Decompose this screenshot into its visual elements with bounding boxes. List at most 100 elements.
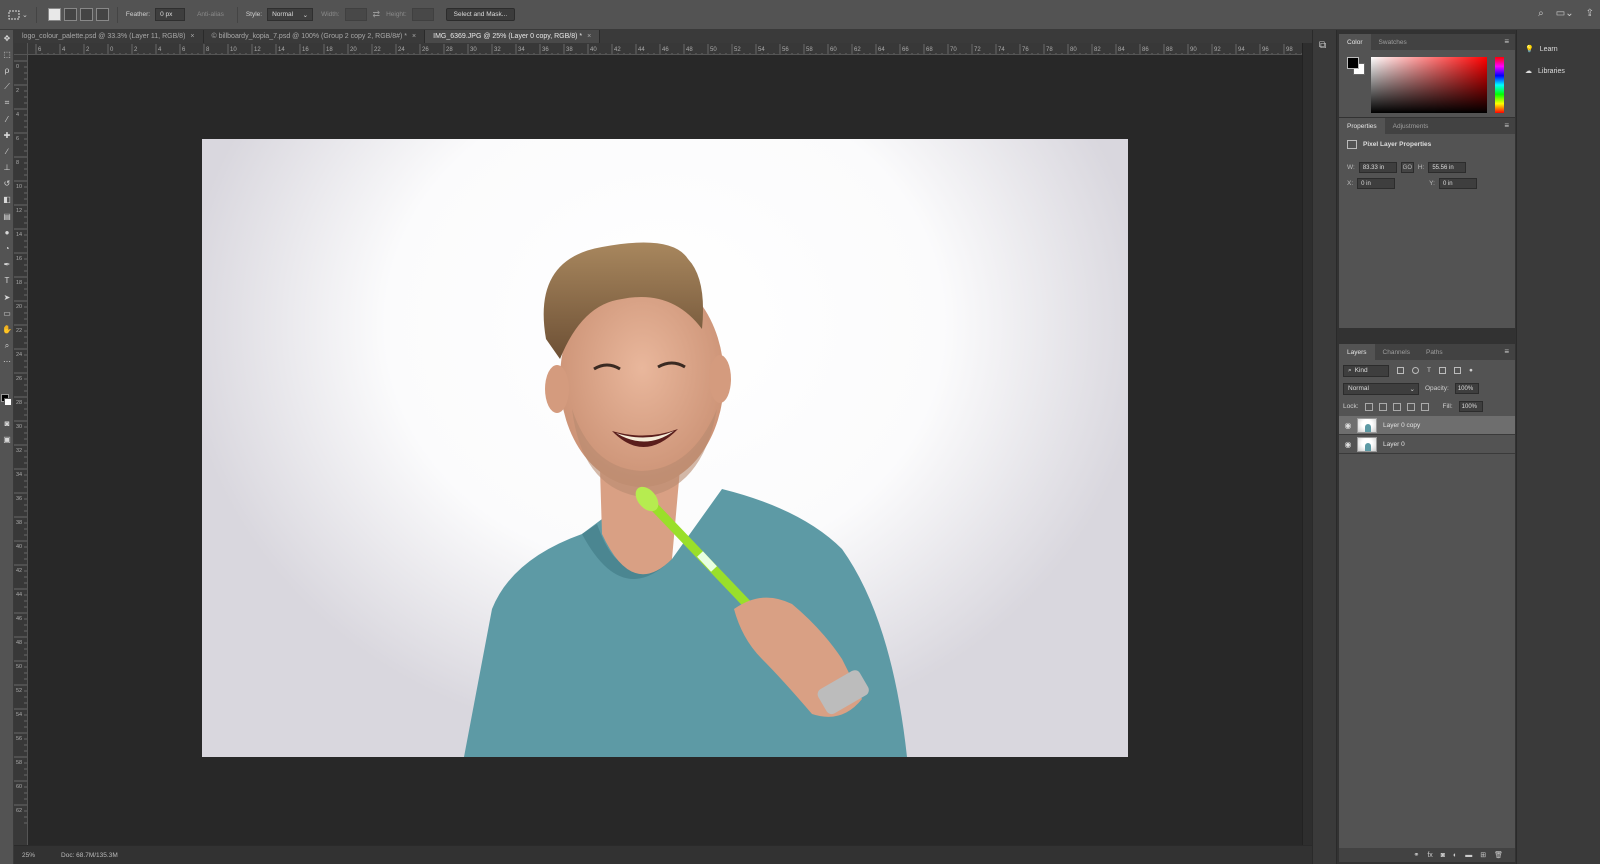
background-color-swatch[interactable] (4, 398, 12, 406)
new-layer-icon[interactable]: ⊞ (1480, 851, 1486, 859)
height-field[interactable]: 55.56 in (1428, 162, 1467, 173)
lock-position-icon[interactable] (1392, 402, 1401, 411)
adjustment-filter-icon[interactable] (1412, 367, 1419, 374)
lock-all-icon[interactable] (1420, 402, 1429, 411)
select-and-mask-button[interactable]: Select and Mask... (445, 8, 516, 21)
learn-button[interactable]: 💡 Learn (1517, 38, 1600, 60)
filter-toggle-icon[interactable]: ● (1469, 367, 1473, 374)
subtract-selection-button[interactable] (79, 8, 93, 21)
type-tool-icon[interactable]: T (0, 273, 14, 289)
intersect-selection-button[interactable] (95, 8, 109, 21)
lock-artboard-icon[interactable] (1406, 402, 1415, 411)
workspace-icon[interactable]: ▭⌄ (1556, 8, 1574, 19)
quick-mask-icon[interactable]: ◙ (0, 415, 14, 431)
shape-filter-icon[interactable] (1438, 367, 1446, 374)
document-image[interactable] (202, 139, 1128, 757)
move-tool-icon[interactable]: ✥ (0, 30, 14, 46)
close-icon[interactable]: × (587, 33, 591, 40)
tab-channels[interactable]: Channels (1375, 344, 1418, 360)
lasso-tool-icon[interactable]: ρ (0, 62, 14, 78)
opacity-input[interactable]: 100% (1454, 383, 1479, 394)
libraries-button[interactable]: ☁ Libraries (1517, 60, 1600, 82)
add-selection-button[interactable] (63, 8, 77, 21)
height-input[interactable] (411, 8, 434, 21)
history-icon[interactable]: ⧉ (1319, 40, 1336, 51)
tab-adjustments[interactable]: Adjustments (1385, 118, 1437, 134)
pen-tool-icon[interactable]: ✒ (0, 257, 14, 273)
lock-image-icon[interactable] (1378, 402, 1387, 411)
clone-stamp-tool-icon[interactable]: ⊥ (0, 160, 14, 176)
zoom-level[interactable]: 25% (22, 852, 35, 859)
swap-icon[interactable]: ⇄ (373, 9, 381, 20)
fill-input[interactable]: 100% (1458, 401, 1483, 412)
marquee-tool-icon[interactable]: ⬚ (0, 46, 14, 62)
visibility-eye-icon[interactable]: ◉ (1339, 440, 1357, 449)
x-field[interactable]: 0 in (1357, 178, 1396, 189)
horizontal-ruler[interactable]: 6 4 2 0 2 4 6 8 10 12 14 16 18 20 22 24 26 28 30 32 34 36 38 40… (28, 43, 1302, 55)
hand-tool-icon[interactable]: ✋ (0, 321, 14, 337)
rectangle-tool-icon[interactable]: ▭ (0, 305, 14, 321)
quick-select-tool-icon[interactable]: ⟋ (0, 79, 14, 95)
history-brush-tool-icon[interactable]: ↺ (0, 176, 14, 192)
y-field[interactable]: 0 in (1438, 178, 1477, 189)
kind-filter-select[interactable]: ⌕ Kind (1343, 364, 1389, 377)
zoom-tool-icon[interactable]: ⌕ (0, 338, 14, 354)
vertical-ruler[interactable]: 0 2 4 6 8 10 12 14 16 18 20 22 24 26 28 30 32 34 36 38 40 42 4… (14, 55, 28, 845)
foreground-color-swatch[interactable] (1347, 57, 1359, 69)
new-selection-button[interactable] (47, 8, 61, 21)
tool-preset-picker[interactable]: ⌄ (8, 10, 28, 20)
width-field[interactable]: 83.33 in (1358, 162, 1397, 173)
brush-tool-icon[interactable]: ∕ (0, 143, 14, 159)
close-icon[interactable]: × (190, 33, 194, 40)
color-spectrum[interactable] (1371, 57, 1487, 113)
adjustment-layer-icon[interactable]: ◐ (1453, 852, 1457, 859)
panel-menu-icon[interactable]: ≡ (1504, 37, 1509, 46)
blur-tool-icon[interactable]: ● (0, 224, 14, 240)
tab-paths[interactable]: Paths (1418, 344, 1451, 360)
close-icon[interactable]: × (412, 33, 416, 40)
panel-menu-icon[interactable]: ≡ (1504, 347, 1509, 356)
crop-tool-icon[interactable]: ⌗ (0, 95, 14, 111)
style-select[interactable]: Normal ⌄ (267, 8, 314, 21)
trash-icon[interactable]: 🗑 (1494, 851, 1503, 859)
link-dimensions-icon[interactable]: GO (1400, 162, 1414, 173)
screen-mode-icon[interactable]: ▣ (0, 431, 14, 447)
gradient-tool-icon[interactable]: ▤ (0, 208, 14, 224)
healing-brush-tool-icon[interactable]: ✚ (0, 127, 14, 143)
dodge-tool-icon[interactable]: ◔ (0, 240, 14, 256)
canvas-area[interactable] (28, 55, 1302, 845)
feather-input[interactable]: 0 px (155, 8, 186, 21)
tab-logo-colour-palette[interactable]: logo_colour_palette.psd @ 33.3% (Layer 1… (14, 30, 204, 43)
visibility-eye-icon[interactable]: ◉ (1339, 421, 1357, 430)
more-tools-icon[interactable]: ⋯ (0, 354, 14, 370)
pixel-filter-icon[interactable] (1397, 367, 1404, 374)
tab-swatches[interactable]: Swatches (1371, 34, 1415, 50)
tab-layers[interactable]: Layers (1339, 344, 1375, 360)
layer-row-layer-0-copy[interactable]: ◉ Layer 0 copy (1339, 416, 1515, 435)
new-group-icon[interactable]: ▬ (1465, 852, 1472, 859)
share-icon[interactable]: ⇪ (1586, 8, 1594, 19)
add-mask-icon[interactable]: ◙ (1441, 852, 1445, 859)
tab-img-6369[interactable]: IMG_6369.JPG @ 25% (Layer 0 copy, RGB/8)… (425, 30, 601, 43)
eraser-tool-icon[interactable]: ◧ (0, 192, 14, 208)
link-layers-icon[interactable]: ⚭ (1413, 851, 1419, 859)
tab-properties[interactable]: Properties (1339, 118, 1385, 134)
tab-color[interactable]: Color (1339, 34, 1371, 50)
tab-billboardy[interactable]: © billboardy_kopia_7.psd @ 100% (Group 2… (204, 30, 426, 43)
blend-mode-select[interactable]: Normal ⌄ (1343, 382, 1419, 395)
fx-icon[interactable]: fx (1427, 852, 1432, 859)
doc-size-info[interactable]: Doc: 68.7M/135.3M (61, 852, 118, 859)
search-icon[interactable]: ⌕ (1538, 8, 1544, 19)
antialias-checkbox-label[interactable]: Anti-alias (197, 11, 224, 18)
type-filter-icon[interactable]: T (1427, 367, 1431, 374)
width-input[interactable] (344, 8, 367, 21)
vertical-scrollbar[interactable] (1302, 43, 1312, 845)
lock-transparent-icon[interactable] (1364, 402, 1373, 411)
eyedropper-tool-icon[interactable]: ⁄ (0, 111, 14, 127)
ruler-origin[interactable] (14, 43, 28, 55)
panel-menu-icon[interactable]: ≡ (1504, 121, 1509, 130)
hue-slider[interactable] (1495, 57, 1504, 113)
layer-row-layer-0[interactable]: ◉ Layer 0 (1339, 435, 1515, 454)
path-select-tool-icon[interactable]: ➤ (0, 289, 14, 305)
smart-object-filter-icon[interactable] (1453, 367, 1461, 374)
